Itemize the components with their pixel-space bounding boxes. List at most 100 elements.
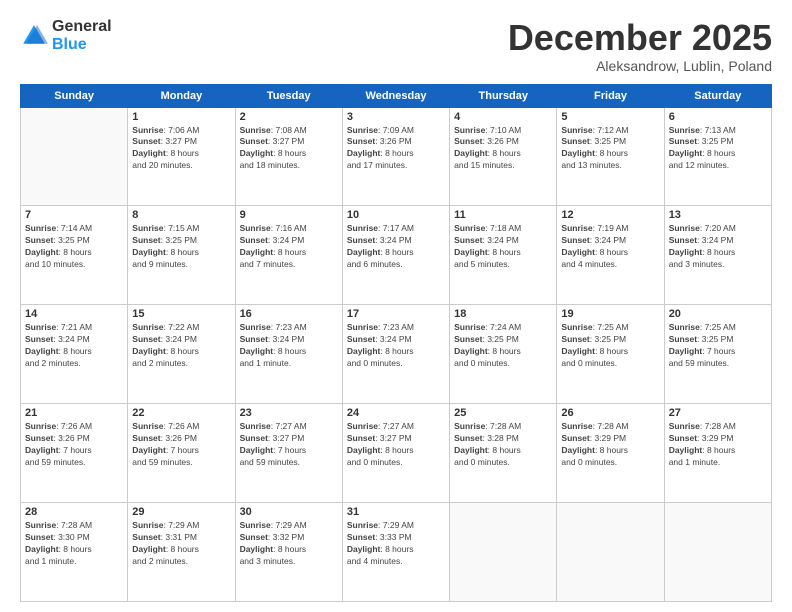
page: General Blue December 2025 Aleksandrow, …: [0, 0, 792, 612]
table-row: 13Sunrise: 7:20 AMSunset: 3:24 PMDayligh…: [664, 206, 771, 305]
day-number: 4: [454, 111, 552, 123]
day-number: 31: [347, 506, 445, 518]
table-row: 17 Sunrise: 7:23 AMSunset: 3:24 PMDayligh…: [342, 305, 449, 404]
table-row: 5Sunrise: 7:12 AMSunset: 3:25 PMDaylight…: [557, 107, 664, 206]
day-number: 13: [669, 209, 767, 221]
day-number: 11: [454, 209, 552, 221]
cell-info: Sunrise: 7:10 AMSunset: 3:26 PMDaylight:…: [454, 125, 552, 173]
cell-info: Sunrise: 7:09 AMSunset: 3:26 PMDaylight:…: [347, 125, 445, 173]
cell-info: Sunrise: 7:17 AMSunset: 3:24 PMDaylight:…: [347, 223, 445, 271]
cell-info: Sunrise: 7:25 AMSunset: 3:25 PMDaylight:…: [561, 322, 659, 370]
cell-info: Sunrise: 7:15 AMSunset: 3:25 PMDaylight:…: [132, 223, 230, 271]
col-thursday: Thursday: [450, 84, 557, 107]
cell-info: Sunrise: 7:28 AMSunset: 3:29 PMDaylight:…: [561, 421, 659, 469]
day-number: 26: [561, 407, 659, 419]
table-row: 10 Sunrise: 7:17 AMSunset: 3:24 PMDayligh…: [342, 206, 449, 305]
calendar-week-row: 28 Sunrise: 7:28 AMSunset: 3:30 PMDayligh…: [21, 503, 772, 602]
table-row: [21, 107, 128, 206]
calendar-week-row: 21 Sunrise: 7:26 AMSunset: 3:26 PMDayligh…: [21, 404, 772, 503]
day-number: 2: [240, 111, 338, 123]
table-row: 20Sunrise: 7:25 AMSunset: 3:25 PMDayligh…: [664, 305, 771, 404]
table-row: 25 Sunrise: 7:28 AMSunset: 3:28 PMDayligh…: [450, 404, 557, 503]
logo-icon: [20, 22, 48, 50]
cell-info: Sunrise: 7:26 AMSunset: 3:26 PMDaylight:…: [132, 421, 230, 469]
cell-info: Sunrise: 7:28 AMSunset: 3:30 PMDaylight:…: [25, 520, 123, 568]
cell-info: Sunrise: 7:24 AMSunset: 3:25 PMDaylight:…: [454, 322, 552, 370]
table-row: 4 Sunrise: 7:10 AMSunset: 3:26 PMDaylight…: [450, 107, 557, 206]
cell-info: Sunrise: 7:28 AMSunset: 3:29 PMDaylight:…: [669, 421, 767, 469]
cell-info: Sunrise: 7:29 AMSunset: 3:32 PMDaylight:…: [240, 520, 338, 568]
table-row: 29 Sunrise: 7:29 AMSunset: 3:31 PMDayligh…: [128, 503, 235, 602]
cell-info: Sunrise: 7:28 AMSunset: 3:28 PMDaylight:…: [454, 421, 552, 469]
col-friday: Friday: [557, 84, 664, 107]
table-row: 2 Sunrise: 7:08 AMSunset: 3:27 PMDaylight…: [235, 107, 342, 206]
day-number: 25: [454, 407, 552, 419]
col-wednesday: Wednesday: [342, 84, 449, 107]
logo-general-text: General: [52, 18, 112, 36]
table-row: 27Sunrise: 7:28 AMSunset: 3:29 PMDayligh…: [664, 404, 771, 503]
logo-text: General Blue: [52, 18, 112, 53]
table-row: 1Sunrise: 7:06 AMSunset: 3:27 PMDaylight…: [128, 107, 235, 206]
calendar-table: Sunday Monday Tuesday Wednesday Thursday…: [20, 84, 772, 602]
day-number: 10: [347, 209, 445, 221]
cell-info: Sunrise: 7:25 AMSunset: 3:25 PMDaylight:…: [669, 322, 767, 370]
table-row: 31 Sunrise: 7:29 AMSunset: 3:33 PMDayligh…: [342, 503, 449, 602]
day-number: 24: [347, 407, 445, 419]
day-number: 16: [240, 308, 338, 320]
cell-info: Sunrise: 7:18 AMSunset: 3:24 PMDaylight:…: [454, 223, 552, 271]
day-number: 8: [132, 209, 230, 221]
day-number: 19: [561, 308, 659, 320]
cell-info: Sunrise: 7:27 AMSunset: 3:27 PMDaylight:…: [240, 421, 338, 469]
table-row: [557, 503, 664, 602]
col-saturday: Saturday: [664, 84, 771, 107]
cell-info: Sunrise: 7:29 AMSunset: 3:31 PMDaylight:…: [132, 520, 230, 568]
title-block: December 2025 Aleksandrow, Lublin, Polan…: [508, 18, 772, 74]
table-row: [664, 503, 771, 602]
calendar-week-row: 7 Sunrise: 7:14 AMSunset: 3:25 PMDaylight…: [21, 206, 772, 305]
cell-info: Sunrise: 7:06 AMSunset: 3:27 PMDaylight:…: [132, 125, 230, 173]
table-row: 3Sunrise: 7:09 AMSunset: 3:26 PMDaylight…: [342, 107, 449, 206]
day-number: 15: [132, 308, 230, 320]
calendar-week-row: 1Sunrise: 7:06 AMSunset: 3:27 PMDaylight…: [21, 107, 772, 206]
cell-info: Sunrise: 7:08 AMSunset: 3:27 PMDaylight:…: [240, 125, 338, 173]
table-row: 7 Sunrise: 7:14 AMSunset: 3:25 PMDaylight…: [21, 206, 128, 305]
table-row: 24 Sunrise: 7:27 AMSunset: 3:27 PMDayligh…: [342, 404, 449, 503]
calendar-week-row: 14 Sunrise: 7:21 AMSunset: 3:24 PMDayligh…: [21, 305, 772, 404]
cell-info: Sunrise: 7:27 AMSunset: 3:27 PMDaylight:…: [347, 421, 445, 469]
day-number: 14: [25, 308, 123, 320]
cell-info: Sunrise: 7:26 AMSunset: 3:26 PMDaylight:…: [25, 421, 123, 469]
table-row: 11 Sunrise: 7:18 AMSunset: 3:24 PMDayligh…: [450, 206, 557, 305]
cell-info: Sunrise: 7:12 AMSunset: 3:25 PMDaylight:…: [561, 125, 659, 173]
month-title: December 2025: [508, 18, 772, 58]
cell-info: Sunrise: 7:14 AMSunset: 3:25 PMDaylight:…: [25, 223, 123, 271]
header: General Blue December 2025 Aleksandrow, …: [20, 18, 772, 74]
table-row: 23Sunrise: 7:27 AMSunset: 3:27 PMDayligh…: [235, 404, 342, 503]
cell-info: Sunrise: 7:13 AMSunset: 3:25 PMDaylight:…: [669, 125, 767, 173]
table-row: 19 Sunrise: 7:25 AMSunset: 3:25 PMDayligh…: [557, 305, 664, 404]
day-number: 29: [132, 506, 230, 518]
table-row: 9 Sunrise: 7:16 AMSunset: 3:24 PMDaylight…: [235, 206, 342, 305]
day-number: 7: [25, 209, 123, 221]
table-row: 15Sunrise: 7:22 AMSunset: 3:24 PMDayligh…: [128, 305, 235, 404]
cell-info: Sunrise: 7:23 AMSunset: 3:24 PMDaylight:…: [240, 322, 338, 370]
day-number: 6: [669, 111, 767, 123]
logo: General Blue: [20, 18, 112, 53]
table-row: 12Sunrise: 7:19 AMSunset: 3:24 PMDayligh…: [557, 206, 664, 305]
day-number: 28: [25, 506, 123, 518]
cell-info: Sunrise: 7:16 AMSunset: 3:24 PMDaylight:…: [240, 223, 338, 271]
col-monday: Monday: [128, 84, 235, 107]
cell-info: Sunrise: 7:29 AMSunset: 3:33 PMDaylight:…: [347, 520, 445, 568]
calendar-header-row: Sunday Monday Tuesday Wednesday Thursday…: [21, 84, 772, 107]
table-row: 16 Sunrise: 7:23 AMSunset: 3:24 PMDayligh…: [235, 305, 342, 404]
col-sunday: Sunday: [21, 84, 128, 107]
day-number: 9: [240, 209, 338, 221]
day-number: 17: [347, 308, 445, 320]
cell-info: Sunrise: 7:19 AMSunset: 3:24 PMDaylight:…: [561, 223, 659, 271]
table-row: 18Sunrise: 7:24 AMSunset: 3:25 PMDayligh…: [450, 305, 557, 404]
cell-info: Sunrise: 7:21 AMSunset: 3:24 PMDaylight:…: [25, 322, 123, 370]
location-text: Aleksandrow, Lublin, Poland: [508, 58, 772, 74]
table-row: 22Sunrise: 7:26 AMSunset: 3:26 PMDayligh…: [128, 404, 235, 503]
table-row: 8 Sunrise: 7:15 AMSunset: 3:25 PMDaylight…: [128, 206, 235, 305]
cell-info: Sunrise: 7:23 AMSunset: 3:24 PMDaylight:…: [347, 322, 445, 370]
day-number: 21: [25, 407, 123, 419]
